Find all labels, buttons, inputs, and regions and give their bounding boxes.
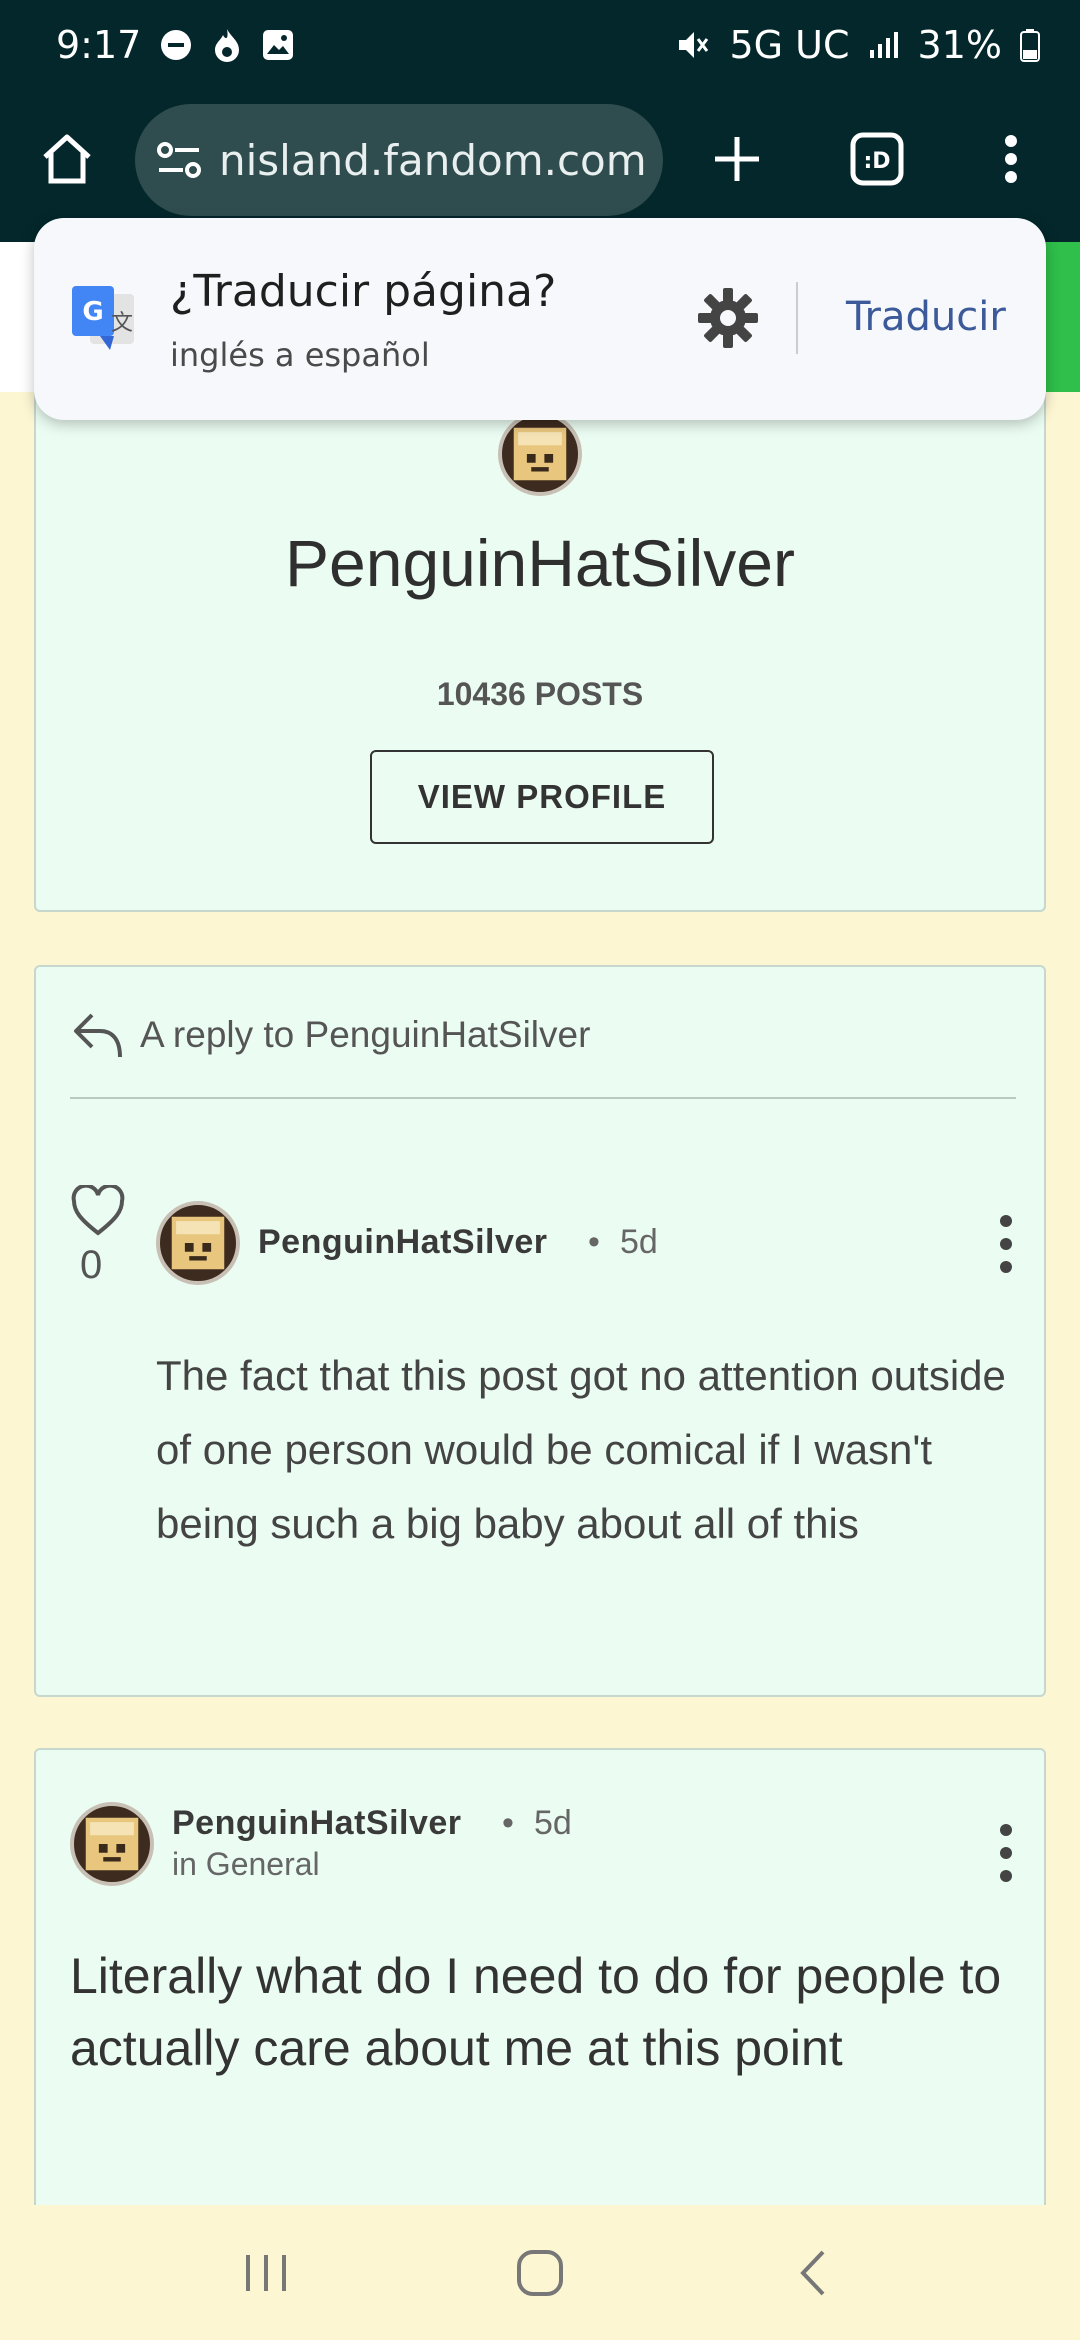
home-button[interactable] <box>22 114 112 204</box>
heart-icon[interactable] <box>70 1185 126 1237</box>
tab-switcher-button[interactable]: :D <box>832 114 922 204</box>
google-translate-icon: G 文 <box>72 286 134 350</box>
like-count: 0 <box>80 1243 103 1287</box>
back-button[interactable] <box>768 2228 858 2318</box>
post-category[interactable]: in General <box>172 1846 320 1883</box>
status-time: 9:17 <box>56 23 142 67</box>
gear-icon[interactable] <box>696 286 760 350</box>
post-body: The fact that this post got no attention… <box>156 1352 1006 1547</box>
system-nav-bar <box>0 2205 1080 2340</box>
plus-icon <box>715 137 759 181</box>
recents-icon <box>245 2254 286 2291</box>
url-bar[interactable]: nisland.fandom.com <box>135 104 663 216</box>
status-bar: 9:17 5G UC 31% <box>0 0 1080 90</box>
reply-icon <box>74 1013 122 1058</box>
more-vert-icon <box>1005 135 1017 183</box>
post-menu-button[interactable] <box>986 1818 1026 1888</box>
separator-dot: • <box>588 1223 600 1261</box>
home-circle-icon <box>516 2249 563 2296</box>
battery-icon <box>1020 28 1040 62</box>
image-icon <box>261 28 295 62</box>
post-author[interactable]: PenguinHatSilver <box>172 1804 462 1843</box>
svg-text:G: G <box>82 297 103 327</box>
view-profile-button[interactable]: VIEW PROFILE <box>370 750 714 844</box>
avatar[interactable] <box>156 1201 240 1285</box>
reply-header[interactable]: A reply to PenguinHatSilver <box>70 1009 590 1061</box>
reply-card: A reply to PenguinHatSilver 0 PenguinHat… <box>34 965 1046 1697</box>
translate-title: ¿Traducir página? <box>170 266 557 317</box>
post-menu-button[interactable] <box>986 1209 1026 1279</box>
avatar[interactable] <box>498 412 582 496</box>
home-nav-button[interactable] <box>495 2228 585 2318</box>
translate-button[interactable]: Traducir <box>846 294 1006 340</box>
signal-icon <box>868 30 900 60</box>
svg-text::D: :D <box>863 149 890 174</box>
network-type: 5G UC <box>729 23 850 67</box>
post-time: 5d <box>534 1804 572 1842</box>
post-count: 10436 POSTS <box>436 676 644 712</box>
post-title[interactable]: Literally what do I need to do for peopl… <box>70 1940 1020 2084</box>
svg-text:文: 文 <box>111 311 133 336</box>
site-settings-icon[interactable] <box>155 140 203 180</box>
do-not-disturb-icon <box>159 28 193 62</box>
mute-icon <box>675 27 711 63</box>
divider <box>70 1097 1016 1099</box>
home-icon <box>43 134 91 184</box>
recents-button[interactable] <box>222 2228 312 2318</box>
profile-name: PenguinHatSilver <box>285 526 795 600</box>
separator-dot: • <box>502 1804 514 1842</box>
post-author[interactable]: PenguinHatSilver <box>258 1223 548 1262</box>
divider <box>796 282 798 354</box>
new-tab-button[interactable] <box>692 114 782 204</box>
url-text: nisland.fandom.com <box>219 135 647 185</box>
flame-icon <box>211 27 243 63</box>
browser-menu-button[interactable] <box>966 114 1056 204</box>
back-icon <box>800 2250 825 2295</box>
translate-languages: inglés a español <box>170 336 430 374</box>
battery-percent: 31% <box>917 23 1002 67</box>
tab-switcher-icon: :D <box>850 132 904 186</box>
reply-header-text: A reply to PenguinHatSilver <box>140 1014 591 1055</box>
site-header-accent <box>1040 242 1080 392</box>
translate-popup: G 文 ¿Traducir página? inglés a español T… <box>34 218 1046 420</box>
post-time: 5d <box>620 1223 658 1261</box>
avatar[interactable] <box>70 1802 154 1886</box>
